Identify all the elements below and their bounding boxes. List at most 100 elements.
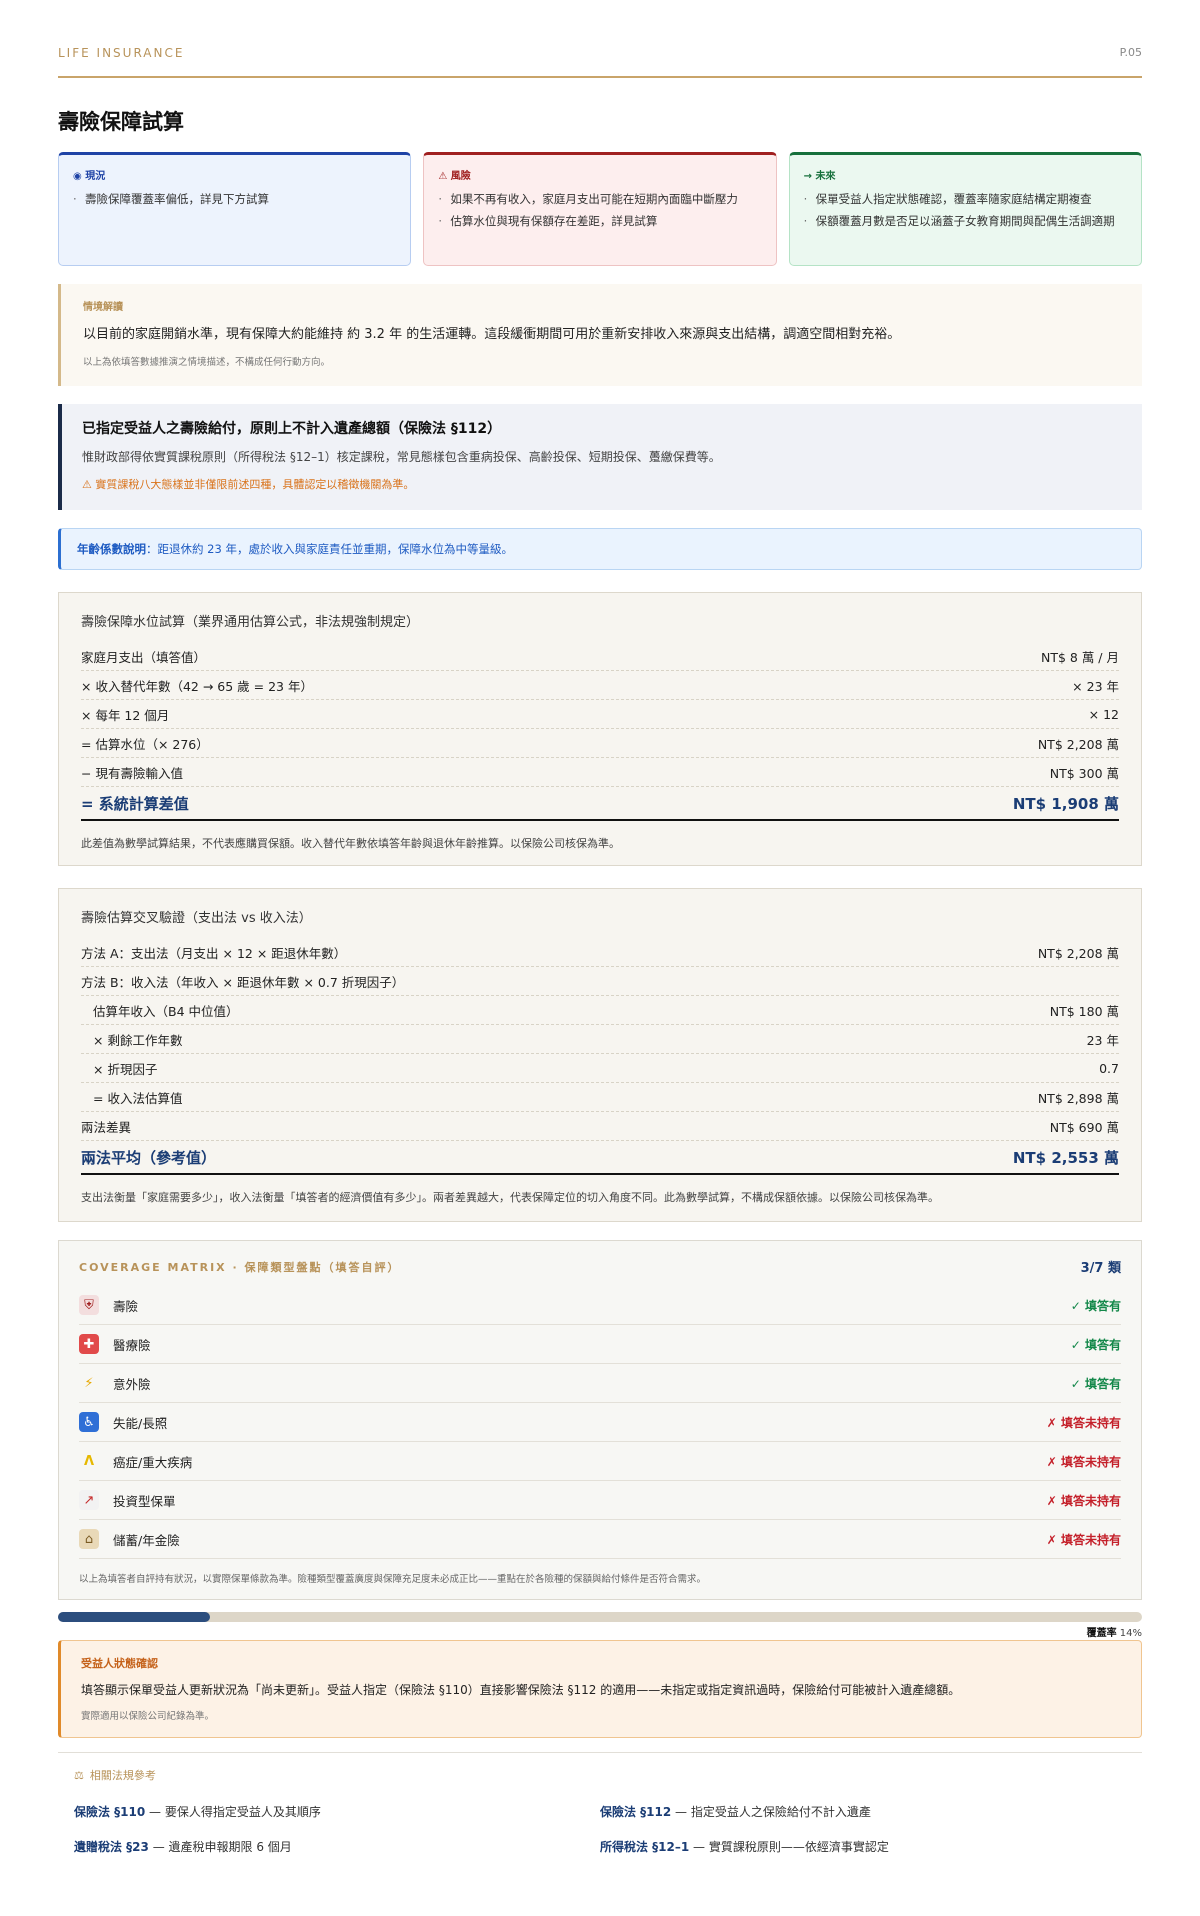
matrix-label: COVERAGE MATRIX · 保障類型盤點（填答自評） [79,1260,401,1274]
age-coefficient-note: 年齡係數說明：距退休約 23 年，處於收入與家庭責任並重期，保障水位為中等量級。 [58,528,1142,570]
calc2-title: 壽險估算交叉驗證（支出法 vs 收入法） [81,911,312,926]
coverage-type-name: 投資型保單 [113,1493,176,1509]
scenario-note: 以上為依填答數據推演之情境描述，不構成任何行動方向。 [83,357,331,368]
coverage-type-name: 醫療險 [113,1337,151,1353]
calc-row: − 現有壽險輸入值 NT$ 300 萬 [81,758,1119,787]
coverage-type-name: 意外險 [113,1376,151,1392]
card-future-item: 保額覆蓋月數是否足以涵蓋子女教育期間與配偶生活調適期 [804,210,1127,232]
coverage-progress-fill [58,1612,210,1622]
scenario-label: 情境解讀 [83,302,123,313]
beneficiary-text: 填答顯示保單受益人更新狀況為「尚未更新」。受益人指定（保險法 §110）直接影響… [81,1683,961,1697]
status-cards: ◉ 現況 壽險保障覆蓋率偏低，詳見下方試算 ⚠ 風險 如果不再有收入，家庭月支出… [58,152,1142,266]
beneficiary-note: 實際適用以保險公司紀錄為準。 [81,1711,215,1722]
matrix-row: ᐱ 癌症/重大疾病 ✗ 填答未持有 [79,1442,1121,1481]
law-item: 所得稅法 §12–1 — 實質課稅原則——依經濟事實認定 [600,1840,889,1854]
matrix-row: ⛨ 壽險 ✓ 填答有 [79,1286,1121,1325]
wheelchair-icon: ♿ [79,1412,99,1432]
coverage-rate-label: 覆蓋率 14% [1086,1628,1142,1639]
laws-grid: 保險法 §110 — 要保人得指定受益人及其順序 保險法 §112 — 指定受益… [74,1803,1126,1855]
hospital-icon: ✚ [79,1334,99,1354]
page-title: 壽險保障試算 [58,110,184,134]
card-risk: ⚠ 風險 如果不再有收入，家庭月支出可能在短期內面臨中斷壓力 估算水位與現有保額… [423,152,777,266]
calc-row: 兩法差異 NT$ 690 萬 [81,1112,1119,1141]
lightning-icon: ⚡ [84,1375,94,1391]
matrix-header: COVERAGE MATRIX · 保障類型盤點（填答自評） 3/7 類 [79,1257,1121,1277]
coverage-type-name: 壽險 [113,1298,139,1314]
law-item: 遺贈稅法 §23 — 遺產稅申報期限 6 個月 [74,1840,292,1854]
coverage-status: ✓ 填答有 [1070,1298,1121,1313]
calc2-footnote: 支出法衡量「家庭需要多少」，收入法衡量「填答者的經濟價值有多少」。兩者差異越大，… [81,1191,939,1204]
coverage-status: ✗ 填答未持有 [1046,1532,1121,1547]
matrix-row: ✚ 醫療險 ✓ 填答有 [79,1325,1121,1364]
warning-icon: ⚠ [438,171,448,182]
matrix-row: ↗ 投資型保單 ✗ 填答未持有 [79,1481,1121,1520]
age-label: 年齡係數說明 [77,542,146,556]
scenario-text: 以目前的家庭開銷水準，現有保障大約能維持 約 3.2 年 的生活運轉。這段緩衝期… [83,327,901,342]
law-item: 保險法 §110 — 要保人得指定受益人及其順序 [74,1805,321,1819]
card-future: → 未來 保單受益人指定狀態確認，覆蓋率隨家庭結構定期複查 保額覆蓋月數是否足以… [788,152,1142,266]
card-risk-item: 估算水位與現有保額存在差距，詳見試算 [438,210,761,232]
coverage-calc-box: 壽險保障水位試算（業界通用估算公式，非法規強制規定） 家庭月支出（填答值） NT$… [58,592,1142,866]
chart-icon: ↗ [79,1490,99,1510]
estate-paragraph: 惟財政部得依實質課稅原則（所得稅法 §12–1）核定課稅，常見態樣包含重病投保、… [82,450,721,464]
calc1-footnote: 此差值為數學試算結果，不代表應購買保額。收入替代年數依填答年齡與退休年齡推算。以… [81,837,620,850]
scale-icon: ⚖ [74,1768,84,1782]
estate-heading: 已指定受益人之壽險給付，原則上不計入遺產總額（保險法 §112） [82,421,502,437]
calc-row: 方法 A：支出法（月支出 × 12 × 距退休年數） NT$ 2,208 萬 [81,938,1119,967]
matrix-row: ⌂ 儲蓄/年金險 ✗ 填答未持有 [79,1520,1121,1559]
page-number: P.05 [1119,46,1142,59]
calc-row: = 估算水位（× 276） NT$ 2,208 萬 [81,729,1119,758]
calc-total-row: 兩法平均（參考值） NT$ 2,553 萬 [81,1141,1119,1175]
brand-label: LIFE INSURANCE [58,46,185,60]
ribbon-icon: ᐱ [83,1453,95,1469]
calc-row: 方法 B：收入法（年收入 × 距退休年數 × 0.7 折現因子） [81,967,1119,996]
arrow-right-icon: → [803,171,813,182]
matrix-row: ♿ 失能/長照 ✗ 填答未持有 [79,1403,1121,1442]
beneficiary-box: 受益人狀態確認 填答顯示保單受益人更新狀況為「尚未更新」。受益人指定（保險法 §… [58,1640,1142,1738]
coverage-type-name: 失能/長照 [113,1415,168,1431]
card-future-item: 保單受益人指定狀態確認，覆蓋率隨家庭結構定期複查 [804,188,1127,210]
related-laws: ⚖ 相關法規參考 保險法 §110 — 要保人得指定受益人及其順序 保險法 §1… [58,1752,1142,1869]
coverage-status: ✗ 填答未持有 [1046,1454,1121,1469]
card-now-item: 壽險保障覆蓋率偏低，詳見下方試算 [73,188,396,210]
bank-icon: ⌂ [79,1529,99,1549]
estate-box: 已指定受益人之壽險給付，原則上不計入遺產總額（保險法 §112） 惟財政部得依實… [58,404,1142,510]
calc-total-row: = 系統計算差值 NT$ 1,908 萬 [81,787,1119,821]
calc-row: × 剩餘工作年數 23 年 [81,1025,1119,1054]
coverage-progress-bar [58,1612,1142,1622]
calc-row: 估算年收入（B4 中位值） NT$ 180 萬 [81,996,1119,1025]
law-item: 保險法 §112 — 指定受益人之保險給付不計入遺產 [600,1805,871,1819]
matrix-count: 3/7 類 [1080,1261,1121,1276]
coverage-type-name: 儲蓄/年金險 [113,1532,180,1548]
beneficiary-title: 受益人狀態確認 [81,1657,158,1670]
coverage-matrix: COVERAGE MATRIX · 保障類型盤點（填答自評） 3/7 類 ⛨ 壽險… [58,1240,1142,1600]
calc-row: × 折現因子 0.7 [81,1054,1119,1083]
card-risk-title: ⚠ 風險 [438,171,471,182]
coverage-status: ✓ 填答有 [1070,1337,1121,1352]
target-icon: ◉ [73,171,82,182]
coverage-status: ✗ 填答未持有 [1046,1493,1121,1508]
page: LIFE INSURANCE P.05 壽險保障試算 ◉ 現況 壽險保障覆蓋率偏… [0,0,1200,1916]
estate-warning: ⚠ 實質課稅八大態樣並非僅限前述四種，具體認定以稽徵機關為準。 [82,478,415,491]
calc-row: = 收入法估算值 NT$ 2,898 萬 [81,1083,1119,1112]
laws-heading: ⚖ 相關法規參考 [74,1768,156,1783]
card-risk-item: 如果不再有收入，家庭月支出可能在短期內面臨中斷壓力 [438,188,761,210]
card-now-title: ◉ 現況 [73,171,106,182]
scenario-box: 情境解讀 以目前的家庭開銷水準，現有保障大約能維持 約 3.2 年 的生活運轉。… [58,284,1142,386]
age-text: ：距退休約 23 年，處於收入與家庭責任並重期，保障水位為中等量級。 [146,542,513,556]
card-future-title: → 未來 [803,171,836,182]
matrix-list: ⛨ 壽險 ✓ 填答有 ✚ 醫療險 ✓ 填答有 ⚡ 意外險 ✓ 填答有 ♿ 失能/長照 ✗ 填答未持有 ᐱ… [79,1286,1121,1559]
cross-validation-box: 壽險估算交叉驗證（支出法 vs 收入法） 方法 A：支出法（月支出 × 12 ×… [58,888,1142,1222]
calc1-title: 壽險保障水位試算（業界通用估算公式，非法規強制規定） [81,615,420,630]
page-header: LIFE INSURANCE P.05 [58,46,1142,78]
matrix-note: 以上為填答者自評持有狀況，以實際保單條款為準。險種類型覆蓋廣度與保障充足度未必成… [79,1574,707,1585]
matrix-row: ⚡ 意外險 ✓ 填答有 [79,1364,1121,1403]
calc-row: × 每年 12 個月 × 12 [81,700,1119,729]
calc-row: × 收入替代年數（42 → 65 歲 = 23 年） × 23 年 [81,671,1119,700]
coverage-status: ✓ 填答有 [1070,1376,1121,1391]
shield-icon: ⛨ [79,1295,99,1315]
card-now: ◉ 現況 壽險保障覆蓋率偏低，詳見下方試算 [58,152,412,266]
coverage-status: ✗ 填答未持有 [1046,1415,1121,1430]
coverage-type-name: 癌症/重大疾病 [113,1454,193,1470]
calc-row: 家庭月支出（填答值） NT$ 8 萬 / 月 [81,642,1119,671]
